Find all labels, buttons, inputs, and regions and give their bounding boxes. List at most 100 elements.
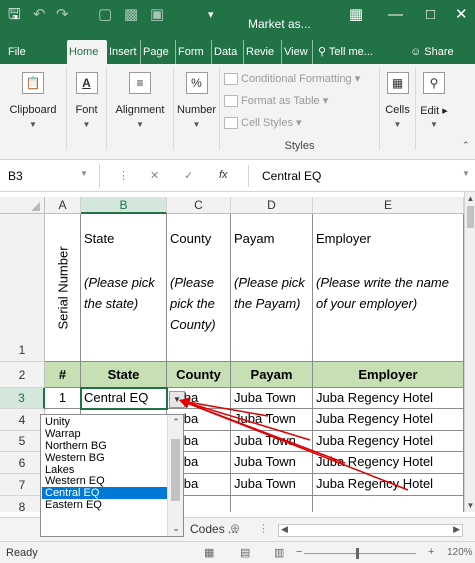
editing-group[interactable]: ⚲ Edit ▸ ▼ (416, 68, 452, 150)
row-header-1[interactable]: 1 (0, 214, 45, 362)
validation-dropdown-button[interactable]: ▼ (169, 391, 185, 408)
print-preview-icon[interactable]: ▣ (150, 6, 164, 24)
cell-d3[interactable]: Juba Town (231, 388, 313, 409)
cell-b2[interactable]: State (81, 362, 167, 388)
row-header-2[interactable]: 2 (0, 362, 45, 388)
scroll-down-icon[interactable]: ▼ (465, 501, 475, 510)
close-icon[interactable]: ✕ (455, 6, 468, 24)
tab-view[interactable]: View (281, 40, 308, 64)
cell-d5[interactable]: Juba Town (231, 431, 313, 452)
customize-qat-icon[interactable]: ▾ (208, 6, 214, 24)
column-header-e[interactable]: E (313, 197, 464, 214)
cell-a2[interactable]: # (45, 362, 81, 388)
tell-me-search[interactable]: ⚲ Tell me... (312, 40, 373, 64)
undo-icon[interactable]: ↶ (33, 6, 46, 24)
tab-insert[interactable]: Insert (109, 40, 137, 64)
conditional-formatting-button[interactable]: Conditional Formatting ▾ (224, 72, 360, 86)
dropdown-scrollbar[interactable]: ⌃ ⌄ (167, 415, 183, 536)
cell-d1[interactable]: Payam (Please pick the Payam) (231, 214, 313, 362)
column-header-c[interactable]: C (167, 197, 231, 214)
cell-styles-button[interactable]: Cell Styles ▾ (224, 116, 302, 130)
dropdown-item-lakes[interactable]: Lakes (42, 464, 167, 476)
zoom-in-icon[interactable]: + (428, 546, 434, 558)
select-all-corner[interactable] (0, 197, 45, 214)
dropdown-item-warrap[interactable]: Warrap (42, 428, 167, 440)
page-break-preview-icon[interactable]: ▥ (274, 546, 284, 559)
cell-e7[interactable]: Juba Regency Hotel (313, 474, 464, 496)
dropdown-scroll-thumb[interactable] (171, 439, 180, 501)
tab-review[interactable]: Revie (243, 40, 274, 64)
cell-c2[interactable]: County (167, 362, 231, 388)
maximize-icon[interactable]: □ (426, 6, 435, 24)
cell-b3[interactable]: Central EQ (81, 388, 167, 409)
tab-file[interactable]: File (8, 40, 26, 64)
tab-data[interactable]: Data (211, 40, 237, 64)
dropdown-item-unity[interactable]: Unity (42, 416, 167, 428)
cell-e8[interactable] (313, 496, 464, 512)
page-layout-icon[interactable]: ▤ (240, 546, 250, 559)
column-header-a[interactable]: A (45, 197, 81, 214)
column-header-b[interactable]: B (81, 197, 167, 214)
cell-e2[interactable]: Employer (313, 362, 464, 388)
cell-e5[interactable]: Juba Regency Hotel (313, 431, 464, 452)
cell-d7[interactable]: Juba Town (231, 474, 313, 496)
cell-b1[interactable]: State (Please pick the state) (81, 214, 167, 362)
plus-circle-icon[interactable]: ⊕ (230, 521, 240, 535)
share-button[interactable]: ☺ Share (410, 40, 454, 64)
enter-icon[interactable]: ✓ (184, 169, 193, 182)
cell-a1[interactable]: Serial Number (45, 214, 81, 362)
dropdown-item-northern-bg[interactable]: Northern BG (42, 440, 167, 452)
clipboard-group[interactable]: 📋 Clipboard ▼ (0, 68, 67, 150)
row-header-6[interactable]: 6 (0, 452, 45, 474)
name-box-dropdown-icon[interactable]: ▼ (80, 169, 88, 178)
chevron-up-icon[interactable]: ⌃ (168, 417, 184, 428)
row-header-7[interactable]: 7 (0, 474, 45, 496)
formula-input[interactable]: Central EQ (262, 169, 321, 183)
zoom-level[interactable]: 120% (447, 547, 473, 558)
dropdown-item-western-bg[interactable]: Western BG (42, 452, 167, 464)
save-icon[interactable]: 🖫 (8, 6, 21, 24)
number-group[interactable]: % Number ▼ (174, 68, 220, 150)
tab-page[interactable]: Page (140, 40, 169, 64)
new-file-icon[interactable]: ▢ (98, 6, 112, 24)
collapse-ribbon-icon[interactable]: ⌃ (462, 140, 470, 151)
dropdown-item-eastern-eq[interactable]: Eastern EQ (42, 499, 167, 511)
cell-a3[interactable]: 1 (45, 388, 81, 409)
scroll-left-icon[interactable]: ◀ (281, 524, 288, 535)
cells-group[interactable]: ▦ Cells ▼ (380, 68, 416, 150)
minimize-icon[interactable]: — (388, 6, 403, 24)
zoom-slider-knob[interactable] (356, 548, 359, 559)
vertical-scrollbar[interactable]: ▲ ▼ (464, 192, 475, 512)
zoom-slider[interactable] (304, 553, 416, 554)
cell-d6[interactable]: Juba Town (231, 452, 313, 474)
tab-home[interactable]: Home (67, 40, 107, 64)
chevron-down-icon[interactable]: ⌄ (168, 523, 184, 534)
cell-c1[interactable]: County (Please pick the County) (167, 214, 231, 362)
redo-icon[interactable]: ↷ (56, 6, 69, 24)
ribbon-display-options-icon[interactable]: ▦ (349, 6, 363, 24)
alignment-group[interactable]: ≡ Alignment ▼ (107, 68, 174, 150)
scroll-thumb[interactable] (467, 206, 474, 228)
cell-e1[interactable]: Employer (Please write the name of your … (313, 214, 464, 362)
cell-d2[interactable]: Payam (231, 362, 313, 388)
row-header-3[interactable]: 3 (0, 388, 45, 409)
cell-e4[interactable]: Juba Regency Hotel (313, 409, 464, 431)
expand-formula-icon[interactable]: ▼ (462, 169, 470, 178)
row-header-8[interactable]: 8 (0, 496, 45, 512)
horizontal-scrollbar[interactable]: ◀ ▶ (278, 524, 463, 537)
scroll-right-icon[interactable]: ▶ (453, 524, 460, 535)
dropdown-item-western-eq[interactable]: Western EQ (42, 475, 167, 488)
format-as-table-button[interactable]: Format as Table ▾ (224, 94, 328, 108)
column-header-d[interactable]: D (231, 197, 313, 214)
cell-e3[interactable]: Juba Regency Hotel (313, 388, 464, 409)
scroll-up-icon[interactable]: ▲ (465, 194, 475, 203)
open-icon[interactable]: ▩ (124, 6, 138, 24)
insert-function-icon[interactable]: fx (219, 169, 228, 181)
dropdown-item-central-eq[interactable]: Central EQ (42, 487, 167, 499)
cell-d8[interactable] (231, 496, 313, 512)
cell-e6[interactable]: Juba Regency Hotel (313, 452, 464, 474)
tab-form[interactable]: Form (175, 40, 204, 64)
zoom-out-icon[interactable]: − (296, 546, 302, 558)
font-group[interactable]: A Font ▼ (67, 68, 107, 150)
row-header-5[interactable]: 5 (0, 431, 45, 452)
